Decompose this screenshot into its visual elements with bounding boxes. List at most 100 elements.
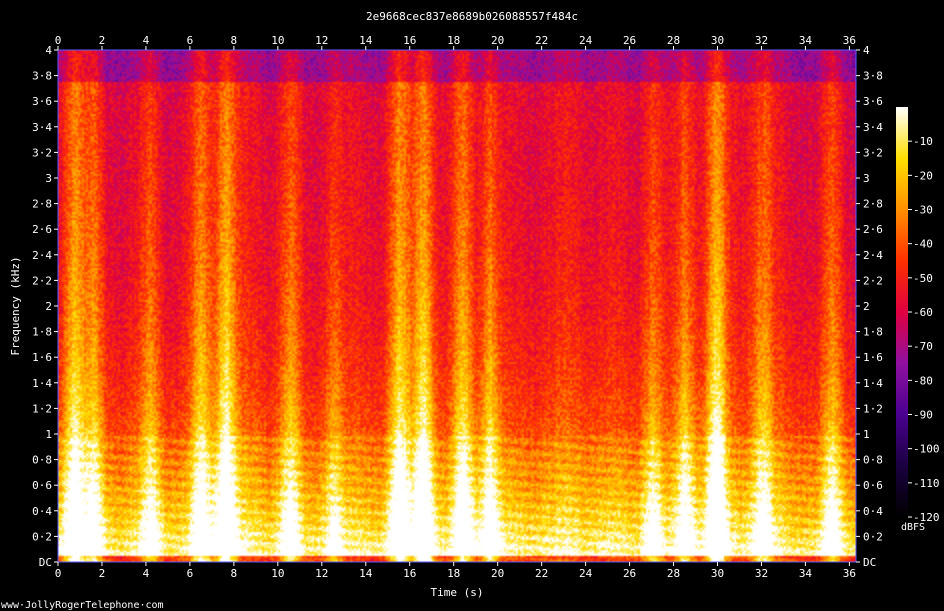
y-tick-label-left: 4 <box>45 44 52 57</box>
spectrogram-chart: 2e9668cec837e8689b026088557f484c 0022446… <box>1 10 940 611</box>
colorbar-tick-label: -40 <box>913 238 933 251</box>
y-tick-label-right: 0·4 <box>863 505 883 518</box>
chart-title: 2e9668cec837e8689b026088557f484c <box>366 10 578 23</box>
footer-credit: www·JollyRogerTelephone·com <box>1 600 164 611</box>
colorbar-label: dBFS <box>901 522 925 533</box>
x-tick-label-top: 30 <box>711 34 724 47</box>
y-tick-label-left: 0·4 <box>32 505 52 518</box>
x-tick-label-top: 10 <box>271 34 284 47</box>
y-tick-label-right: 4 <box>863 44 870 57</box>
colorbar-tick-label: -100 <box>913 443 940 456</box>
x-tick-label-bottom: 14 <box>359 567 373 580</box>
y-tick-label-right: 2·8 <box>863 198 883 211</box>
y-tick-label-left: 2 <box>45 300 52 313</box>
x-tick-label-top: 26 <box>623 34 636 47</box>
x-tick-label-bottom: 32 <box>755 567 768 580</box>
x-tick-label-bottom: 18 <box>447 567 460 580</box>
y-tick-label-right: 1·6 <box>863 351 883 364</box>
y-tick-label-right: 2·6 <box>863 223 883 236</box>
colorbar-tick-label: -80 <box>913 374 933 387</box>
x-tick-label-bottom: 8 <box>231 567 238 580</box>
x-tick-label-bottom: 10 <box>271 567 284 580</box>
x-tick-label-top: 24 <box>579 34 593 47</box>
y-tick-label-right: 2·2 <box>863 274 883 287</box>
colorbar-tick-label: -60 <box>913 306 933 319</box>
x-tick-label-bottom: 4 <box>143 567 150 580</box>
y-tick-label-left: 2·6 <box>32 223 52 236</box>
x-tick-label-bottom: 6 <box>187 567 194 580</box>
x-tick-label-top: 8 <box>231 34 238 47</box>
x-tick-label-top: 14 <box>359 34 373 47</box>
colorbar: -10-20-30-40-50-60-70-80-90-100-110-120 … <box>896 107 940 533</box>
x-tick-label-top: 20 <box>491 34 504 47</box>
x-tick-label-top: 2 <box>99 34 106 47</box>
x-tick-label-top: 28 <box>667 34 680 47</box>
colorbar-ticks: -10-20-30-40-50-60-70-80-90-100-110-120 <box>908 135 940 524</box>
y-tick-label-right: 0·8 <box>863 454 883 467</box>
y-tick-label-right: 3·8 <box>863 70 883 83</box>
colorbar-gradient <box>896 107 908 517</box>
plot-area <box>57 49 857 563</box>
x-tick-label-top: 16 <box>403 34 416 47</box>
x-tick-label-top: 32 <box>755 34 768 47</box>
y-tick-label-right: 3·4 <box>863 121 883 134</box>
colorbar-tick-label: -90 <box>913 409 933 422</box>
y-tick-label-right: DC <box>863 556 876 569</box>
y-tick-label-left: 2·2 <box>32 274 52 287</box>
y-axis-label: Frequency (kHz) <box>9 256 22 355</box>
y-tick-label-right: 2·4 <box>863 249 883 262</box>
x-tick-label-bottom: 22 <box>535 567 548 580</box>
y-tick-label-left: 1·2 <box>32 402 52 415</box>
spectrogram-image <box>58 50 856 562</box>
y-tick-label-right: 1·8 <box>863 326 883 339</box>
colorbar-tick-label: -50 <box>913 272 933 285</box>
colorbar-tick-label: -30 <box>913 204 933 217</box>
x-tick-label-bottom: 34 <box>799 567 813 580</box>
x-tick-label-top: 6 <box>187 34 194 47</box>
y-tick-label-left: 1·8 <box>32 326 52 339</box>
x-tick-label-top: 34 <box>799 34 813 47</box>
y-tick-label-right: 3 <box>863 172 870 185</box>
x-tick-label-top: 0 <box>55 34 62 47</box>
y-tick-label-right: 1·2 <box>863 402 883 415</box>
y-tick-label-left: 2·8 <box>32 198 52 211</box>
y-tick-label-left: 1 <box>45 428 52 441</box>
x-tick-label-top: 4 <box>143 34 150 47</box>
colorbar-tick-label: -10 <box>913 135 933 148</box>
x-tick-label-bottom: 36 <box>843 567 856 580</box>
x-tick-label-top: 36 <box>843 34 856 47</box>
x-tick-label-bottom: 2 <box>99 567 106 580</box>
x-tick-label-bottom: 24 <box>579 567 593 580</box>
colorbar-tick-label: -110 <box>913 477 940 490</box>
y-tick-label-right: 1 <box>863 428 870 441</box>
y-tick-label-left: 2·4 <box>32 249 52 262</box>
x-axis-label: Time (s) <box>431 586 484 599</box>
x-tick-label-top: 18 <box>447 34 460 47</box>
colorbar-tick-label: -20 <box>913 169 933 182</box>
y-tick-label-right: 3·2 <box>863 146 883 159</box>
x-tick-label-bottom: 26 <box>623 567 636 580</box>
x-tick-label-top: 12 <box>315 34 328 47</box>
x-tick-label-bottom: 16 <box>403 567 416 580</box>
x-tick-label-top: 22 <box>535 34 548 47</box>
y-tick-label-left: 3 <box>45 172 52 185</box>
x-tick-label-bottom: 0 <box>55 567 62 580</box>
y-tick-label-left: 3·8 <box>32 70 52 83</box>
colorbar-tick-label: -70 <box>913 340 933 353</box>
y-tick-label-left: DC <box>39 556 52 569</box>
y-tick-label-left: 0·8 <box>32 454 52 467</box>
y-tick-label-left: 0·2 <box>32 530 52 543</box>
x-tick-label-bottom: 28 <box>667 567 680 580</box>
y-tick-label-right: 1·4 <box>863 377 883 390</box>
y-tick-label-left: 3·6 <box>32 95 52 108</box>
x-tick-label-bottom: 30 <box>711 567 724 580</box>
y-tick-label-left: 3·4 <box>32 121 52 134</box>
y-tick-label-left: 3·2 <box>32 146 52 159</box>
y-tick-label-right: 3·6 <box>863 95 883 108</box>
y-tick-label-right: 2 <box>863 300 870 313</box>
y-tick-label-left: 0·6 <box>32 479 52 492</box>
x-tick-label-bottom: 20 <box>491 567 504 580</box>
y-tick-label-left: 1·6 <box>32 351 52 364</box>
x-tick-label-bottom: 12 <box>315 567 328 580</box>
y-tick-label-right: 0·6 <box>863 479 883 492</box>
